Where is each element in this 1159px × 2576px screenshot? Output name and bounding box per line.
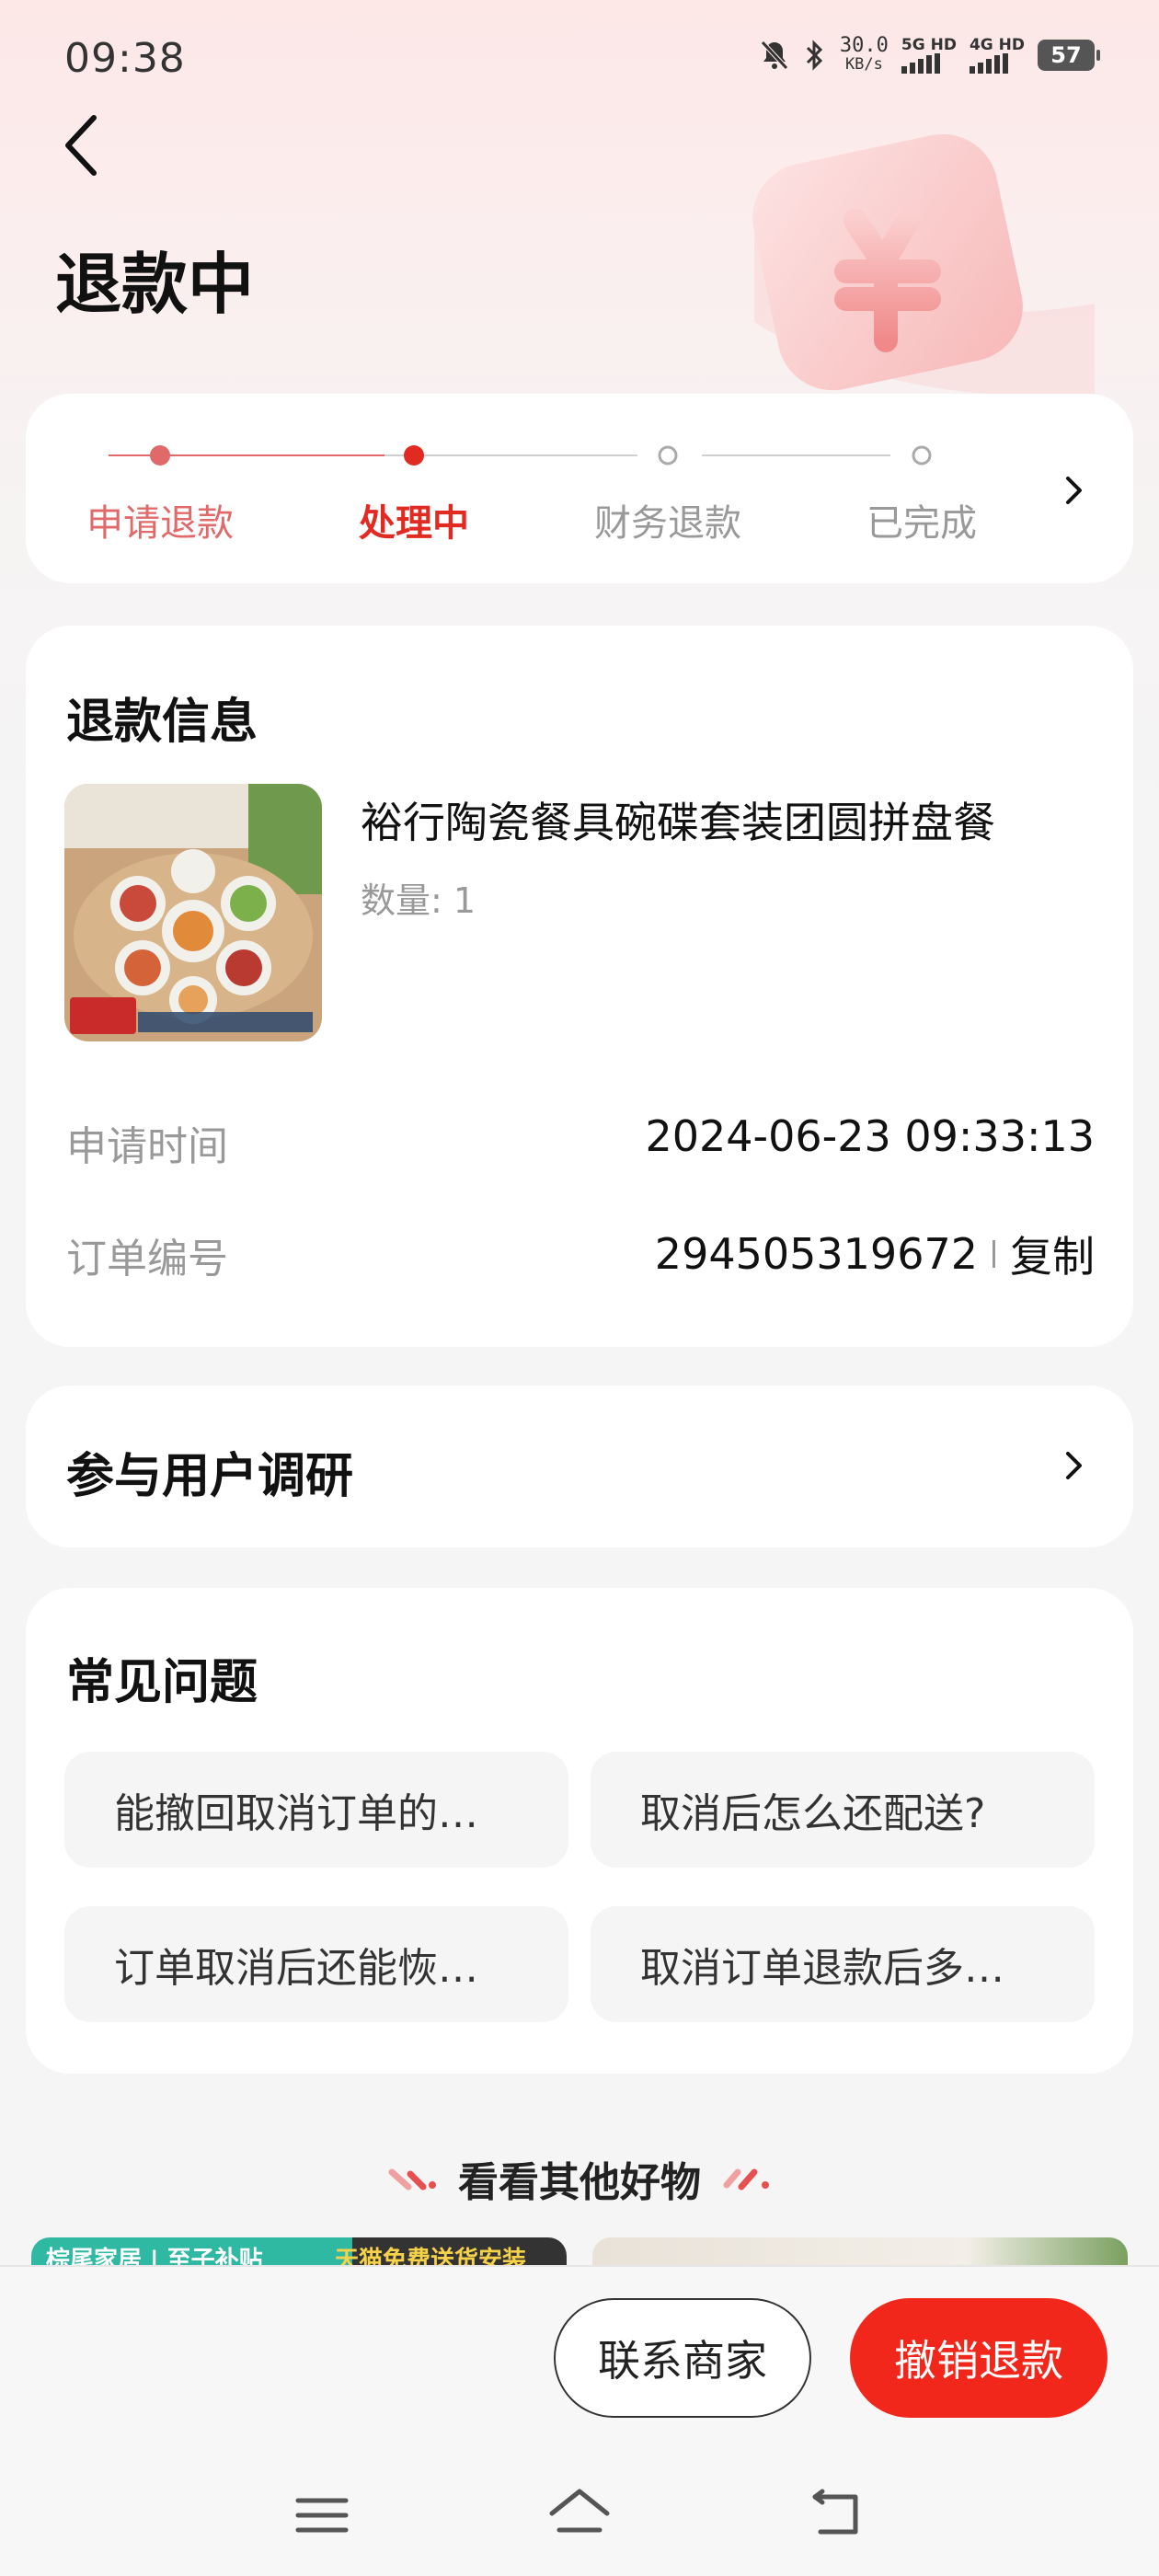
step-label-apply: 申请退款 <box>86 502 234 545</box>
yuan-coin-illustration <box>699 120 1122 414</box>
sim1-signal: 5G HD <box>901 37 957 74</box>
faq-title: 常见问题 <box>66 1655 258 1710</box>
refund-info-title: 退款信息 <box>66 695 258 750</box>
refund-info-card: 退款信息 裕行陶瓷餐具碗碟套装团圆拼盘餐 数量: 1 申请时间 2024-06-… <box>26 626 1133 1347</box>
apply-time-value: 2024-06-23 09:33:13 <box>645 1111 1095 1161</box>
faq-list: 能撤回取消订单的… 取消后怎么还配送? 订单取消后还能恢… 取消订单退款后多… <box>64 1752 1095 2022</box>
chevron-right-icon <box>1066 477 1082 504</box>
chevron-right-icon <box>1050 1443 1096 1489</box>
menu-icon[interactable] <box>285 2478 359 2552</box>
product-name[interactable]: 裕行陶瓷餐具碗碟套装团圆拼盘餐 <box>361 789 1096 850</box>
faq-item[interactable]: 能撤回取消订单的… <box>64 1752 568 1868</box>
back-button[interactable] <box>55 109 110 182</box>
user-survey-entry[interactable]: 参与用户调研 <box>26 1386 1133 1547</box>
decor-swoosh-icon <box>723 2168 769 2191</box>
page-title: 退款中 <box>55 246 255 323</box>
recommend-title: 看看其他好物 <box>458 2159 701 2206</box>
signal-bars-icon <box>901 53 940 74</box>
network-speed: 30.0 KB/s <box>839 34 889 75</box>
divider <box>993 1240 995 1268</box>
status-bar: 09:38 30.0 KB/s 5G HD 4G HD 57 <box>0 0 1159 120</box>
status-time: 09:38 <box>64 35 186 82</box>
recommend-section-header: 看看其他好物 <box>0 2149 1159 2208</box>
chevron-left-icon <box>65 115 97 176</box>
product-quantity: 数量: 1 <box>361 880 476 921</box>
faq-card: 常见问题 能撤回取消订单的… 取消后怎么还配送? 订单取消后还能恢… 取消订单退… <box>26 1588 1133 2074</box>
contact-merchant-button[interactable]: 联系商家 <box>554 2298 811 2418</box>
order-number-row: 294505319672 复制 <box>655 1224 1095 1284</box>
faq-item[interactable]: 订单取消后还能恢… <box>64 1906 568 2022</box>
network-speed-unit: KB/s <box>844 55 883 74</box>
progress-track <box>109 445 932 466</box>
sim2-label: 4G HD <box>969 36 1025 54</box>
network-speed-value: 30.0 <box>839 34 889 57</box>
status-indicators: 30.0 KB/s 5G HD 4G HD 57 <box>759 34 1100 75</box>
decor-swoosh-icon <box>388 2168 436 2191</box>
step-dot-done <box>150 445 170 466</box>
step-label-finance: 财务退款 <box>594 502 741 545</box>
step-label-processing: 处理中 <box>359 502 469 545</box>
order-number-label: 订单编号 <box>66 1236 228 1282</box>
faq-item[interactable]: 取消订单退款后多… <box>591 1906 1095 2022</box>
battery-indicator: 57 <box>1038 40 1100 71</box>
step-dot-active <box>404 445 424 466</box>
step-dot-pending <box>912 445 932 466</box>
sim2-signal: 4G HD <box>969 36 1025 74</box>
refund-progress-card: 申请退款 处理中 财务退款 已完成 <box>26 394 1133 583</box>
bottom-action-bar: 联系商家 撤销退款 <box>0 2265 1159 2576</box>
apply-time-label: 申请时间 <box>66 1123 228 1170</box>
product-image[interactable] <box>64 784 322 1041</box>
step-dot-pending <box>658 445 678 466</box>
home-icon[interactable] <box>543 2478 616 2552</box>
step-label-completed: 已完成 <box>866 502 977 545</box>
mute-icon <box>759 39 790 72</box>
order-number-value: 294505319672 <box>654 1229 978 1279</box>
signal-bars-icon <box>969 53 1008 74</box>
sim1-label: 5G HD <box>901 36 957 54</box>
cancel-refund-button[interactable]: 撤销退款 <box>850 2298 1107 2418</box>
progress-details-button[interactable] <box>1050 467 1096 513</box>
faq-item[interactable]: 取消后怎么还配送? <box>591 1752 1095 1868</box>
back-nav-icon[interactable] <box>800 2478 874 2552</box>
copy-order-number-button[interactable]: 复制 <box>1010 1224 1095 1284</box>
user-survey-label: 参与用户调研 <box>66 1449 354 1504</box>
bluetooth-icon <box>803 39 827 72</box>
